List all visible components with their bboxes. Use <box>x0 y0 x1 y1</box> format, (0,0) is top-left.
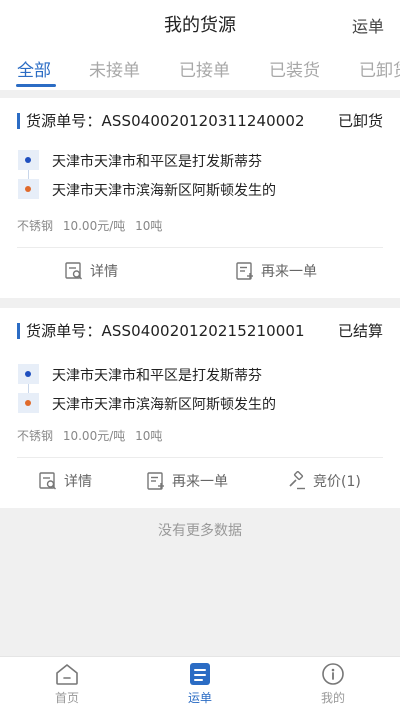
order-number-label: 货源单号： <box>26 112 102 130</box>
origin-address: 天津市天津市和平区是打发斯蒂芬 <box>52 154 262 170</box>
route: 天津市天津市和平区是打发斯蒂芬 天津市天津市滨海新区阿斯顿发生的 <box>0 360 400 420</box>
cargo-price: 10.00元/吨 <box>62 429 126 443</box>
section-gap <box>0 298 400 308</box>
divider <box>17 457 383 458</box>
origin-marker <box>18 150 39 170</box>
destination-marker <box>18 393 39 413</box>
destination-address: 天津市天津市滨海新区阿斯顿发生的 <box>52 183 276 199</box>
waybill-icon <box>190 663 210 685</box>
nav-profile-label: 我的 <box>320 691 345 705</box>
order-number: 货源单号：ASS040020120215210001 <box>26 320 305 341</box>
gavel-icon <box>289 471 305 490</box>
home-icon <box>56 664 78 685</box>
cargo-price: 10.00元/吨 <box>62 219 126 233</box>
detail-button[interactable]: 详情 <box>38 471 92 491</box>
destination-dot-icon <box>25 186 31 192</box>
origin-dot-icon <box>25 371 31 377</box>
accent-bar <box>17 113 20 129</box>
reorder-label: 再来一单 <box>261 264 317 280</box>
detail-button[interactable]: 详情 <box>64 261 118 281</box>
nav-waybill[interactable]: 运单 <box>160 661 240 706</box>
order-number: 货源单号：ASS040020120311240002 <box>26 110 305 131</box>
cargo-name: 不锈钢 <box>17 429 54 443</box>
destination-address: 天津市天津市滨海新区阿斯顿发生的 <box>52 397 276 413</box>
origin-address: 天津市天津市和平区是打发斯蒂芬 <box>52 368 262 384</box>
order-number-value: ASS040020120215210001 <box>101 322 305 340</box>
detail-icon <box>39 472 56 490</box>
divider <box>17 247 383 248</box>
detail-label: 详情 <box>90 264 118 280</box>
nav-home-label: 首页 <box>54 691 79 705</box>
route: 天津市天津市和平区是打发斯蒂芬 天津市天津市滨海新区阿斯顿发生的 <box>0 146 400 206</box>
nav-profile[interactable]: 我的 <box>293 661 373 706</box>
order-card-header: 货源单号：ASS040020120215210001 已结算 <box>0 308 400 350</box>
status-tabs: 全部 未接单 已接单 已装货 已卸货 <box>0 50 400 90</box>
waybill-link[interactable]: 运单 <box>352 13 384 37</box>
order-status: 已结算 <box>337 322 383 340</box>
order-number-value: ASS040020120311240002 <box>101 112 305 130</box>
destination-marker <box>18 179 39 199</box>
order-number-label: 货源单号： <box>26 322 102 340</box>
order-card-header: 货源单号：ASS040020120311240002 已卸货 <box>0 98 400 140</box>
tab-unloaded[interactable]: 已卸货 <box>359 56 400 81</box>
bottom-nav: 首页 运单 我的 <box>0 656 400 711</box>
active-tab-indicator <box>16 84 56 87</box>
detail-icon <box>65 262 82 280</box>
tab-all[interactable]: 全部 <box>17 56 51 81</box>
tab-accepted[interactable]: 已接单 <box>179 56 230 81</box>
reorder-icon <box>147 472 164 490</box>
nav-waybill-label: 运单 <box>187 691 212 705</box>
cargo-weight: 10吨 <box>135 219 163 233</box>
origin-marker <box>18 364 39 384</box>
order-card[interactable]: 货源单号：ASS040020120311240002 已卸货 天津市天津市和平区… <box>0 98 400 298</box>
top-header: 我的货源 运单 <box>0 0 400 44</box>
bid-label: 竞价(1) <box>313 474 361 490</box>
cargo-info: 不锈钢 10.00元/吨 10吨 <box>17 427 168 444</box>
cargo-weight: 10吨 <box>135 429 163 443</box>
origin-dot-icon <box>25 157 31 163</box>
order-card[interactable]: 货源单号：ASS040020120215210001 已结算 天津市天津市和平区… <box>0 308 400 508</box>
bid-button[interactable]: 竞价(1) <box>287 471 361 491</box>
profile-icon <box>322 663 344 685</box>
reorder-icon <box>236 262 253 280</box>
no-more-data-text: 没有更多数据 <box>158 523 242 539</box>
cargo-info: 不锈钢 10.00元/吨 10吨 <box>17 217 168 234</box>
detail-label: 详情 <box>64 474 92 490</box>
section-gap <box>0 90 400 98</box>
page-title: 我的货源 <box>164 15 236 36</box>
tab-loaded[interactable]: 已装货 <box>269 56 320 81</box>
accent-bar <box>17 323 20 339</box>
destination-dot-icon <box>25 400 31 406</box>
cargo-name: 不锈钢 <box>17 219 54 233</box>
reorder-button[interactable]: 再来一单 <box>235 261 317 281</box>
reorder-label: 再来一单 <box>172 474 228 490</box>
order-status: 已卸货 <box>337 112 383 130</box>
tab-unaccepted[interactable]: 未接单 <box>89 56 140 81</box>
nav-home[interactable]: 首页 <box>27 661 107 706</box>
reorder-button[interactable]: 再来一单 <box>146 471 228 491</box>
